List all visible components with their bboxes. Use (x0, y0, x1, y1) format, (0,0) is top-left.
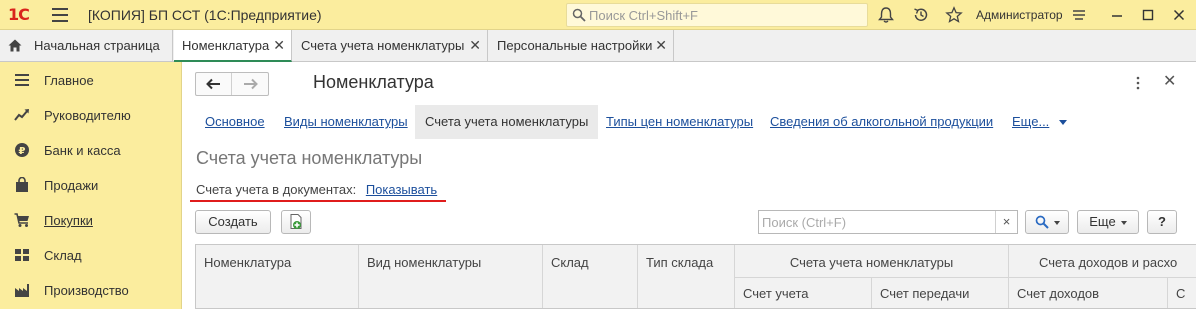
history-icon[interactable] (912, 6, 930, 24)
warehouse-icon (15, 249, 29, 261)
cart-icon (14, 213, 29, 227)
chevron-down-icon (1059, 120, 1068, 126)
maximize-icon[interactable] (1139, 6, 1157, 24)
tab-home-label: Начальная страница (34, 38, 160, 53)
form-title: Номенклатура (313, 72, 434, 92)
tab-nomenclature-label: Номенклатура (182, 38, 270, 53)
column-header[interactable]: Склад (543, 245, 638, 308)
sidebar-item-label: Продажи (44, 178, 99, 193)
column-group-header: Счета доходов и расхо (1009, 245, 1196, 278)
column-header[interactable]: Номенклатура (196, 245, 359, 308)
copy-button[interactable] (281, 210, 311, 234)
chevron-down-icon (1120, 220, 1127, 225)
search-options-button[interactable] (1025, 210, 1069, 234)
sidebar-item-label: Банк и касса (44, 143, 121, 158)
bell-icon[interactable] (877, 6, 895, 24)
window-title: [КОПИЯ] БП ССТ (1С:Предприятие) (88, 7, 322, 23)
search-icon (1035, 215, 1049, 229)
bag-icon (16, 177, 28, 192)
trend-chart-icon (14, 109, 29, 121)
back-button[interactable] (196, 73, 232, 95)
create-button[interactable]: Создать (195, 210, 271, 234)
tab-accounts-label: Счета учета номенклатуры (301, 38, 465, 53)
close-tab-icon[interactable]: ✕ (655, 30, 667, 61)
link-price-types[interactable]: Типы цен номенклатуры (606, 105, 753, 139)
sidebar-item-label: Производство (44, 283, 129, 298)
column-group-header: Счета учета номенклатуры (735, 245, 1009, 278)
close-window-icon[interactable] (1170, 6, 1188, 24)
accounts-in-documents: Счета учета в документах: Показывать (196, 182, 437, 197)
arrow-left-icon (206, 78, 220, 90)
main-menu-icon[interactable] (52, 8, 68, 22)
factory-icon (15, 284, 29, 297)
accounts-label: Счета учета в документах: (196, 182, 357, 197)
link-main[interactable]: Основное (205, 105, 265, 139)
column-header[interactable]: Тип склада (638, 245, 735, 308)
close-tab-icon[interactable]: ✕ (273, 30, 285, 61)
sidebar-item-bank[interactable]: ₽ Банк и касса (0, 133, 182, 168)
sidebar-item-main[interactable]: Главное (0, 63, 182, 98)
sidebar-item-label: Склад (44, 248, 82, 263)
section-title: Счета учета номенклатуры (196, 148, 423, 168)
sidebar-item-purchases[interactable]: Покупки (0, 203, 182, 238)
column-header[interactable]: Счет доходов (1009, 278, 1168, 308)
svg-text:₽: ₽ (19, 146, 26, 157)
more-button[interactable]: Еще (1077, 210, 1139, 234)
sidebar-item-production[interactable]: Производство (0, 273, 182, 308)
link-more[interactable]: Еще... (1012, 105, 1068, 139)
app-logo: 1С (8, 5, 30, 24)
global-search-input[interactable] (589, 6, 859, 24)
clear-search-button[interactable]: × (995, 211, 1017, 233)
sidebar-item-label: Руководителю (44, 108, 131, 123)
column-header[interactable]: Счет учета (735, 278, 872, 308)
tab-home[interactable]: Начальная страница (0, 30, 173, 62)
more-button-label: Еще (1089, 214, 1116, 229)
close-tab-icon[interactable]: ✕ (469, 30, 481, 61)
tab-accounts[interactable]: Счета учета номенклатуры ✕ (293, 30, 488, 62)
more-actions-icon[interactable] (1133, 74, 1143, 92)
list-search-input[interactable] (762, 213, 992, 231)
coin-icon: ₽ (15, 143, 29, 157)
user-name[interactable]: Администратор (976, 8, 1063, 22)
global-search-field[interactable] (566, 3, 868, 27)
column-header[interactable]: С (1168, 278, 1196, 308)
star-icon[interactable] (945, 6, 963, 24)
title-bar: 1С [КОПИЯ] БП ССТ (1С:Предприятие) Админ… (0, 0, 1196, 30)
settings-sliders-icon[interactable] (1070, 6, 1088, 24)
tab-nomenclature[interactable]: Номенклатура ✕ (174, 30, 292, 62)
link-nomenclature-types[interactable]: Виды номенклатуры (284, 105, 408, 139)
sidebar-item-label: Главное (44, 73, 94, 88)
home-icon (8, 39, 22, 52)
highlight-underline (190, 200, 446, 202)
arrow-right-icon (244, 78, 258, 90)
help-button[interactable]: ? (1147, 210, 1177, 234)
minimize-icon[interactable] (1108, 6, 1126, 24)
column-header[interactable]: Счет передачи (872, 278, 1009, 308)
list-search-field[interactable]: × (758, 210, 1018, 234)
link-nomenclature-accounts[interactable]: Счета учета номенклатуры (415, 105, 599, 139)
nomenclature-accounts-table: Номенклатура Вид номенклатуры Склад Тип … (195, 244, 1196, 309)
sidebar-item-label: Покупки (44, 213, 93, 228)
nav-buttons (195, 72, 269, 96)
add-copy-icon (290, 214, 302, 229)
forward-button[interactable] (232, 73, 268, 95)
sidebar-item-manager[interactable]: Руководителю (0, 98, 182, 133)
link-more-label: Еще... (1012, 114, 1050, 129)
chevron-down-icon (1053, 220, 1060, 225)
column-header[interactable]: Вид номенклатуры (359, 245, 543, 308)
tab-personal-settings-label: Персональные настройки (497, 38, 653, 53)
sidebar: Главное Руководителю ₽ Банк и касса Прод… (0, 62, 182, 309)
tab-bar: Начальная страница Номенклатура ✕ Счета … (0, 30, 1196, 62)
close-form-icon[interactable]: ✕ (1163, 71, 1176, 91)
tab-personal-settings[interactable]: Персональные настройки ✕ (489, 30, 674, 62)
menu-lines-icon (15, 74, 29, 86)
form-content: Номенклатура ✕ Основное Виды номенклатур… (183, 62, 1196, 309)
link-alcohol-info[interactable]: Сведения об алкогольной продукции (770, 105, 993, 139)
sidebar-item-warehouse[interactable]: Склад (0, 238, 182, 273)
search-icon (572, 8, 586, 22)
sidebar-item-sales[interactable]: Продажи (0, 168, 182, 203)
show-accounts-link[interactable]: Показывать (366, 182, 437, 197)
